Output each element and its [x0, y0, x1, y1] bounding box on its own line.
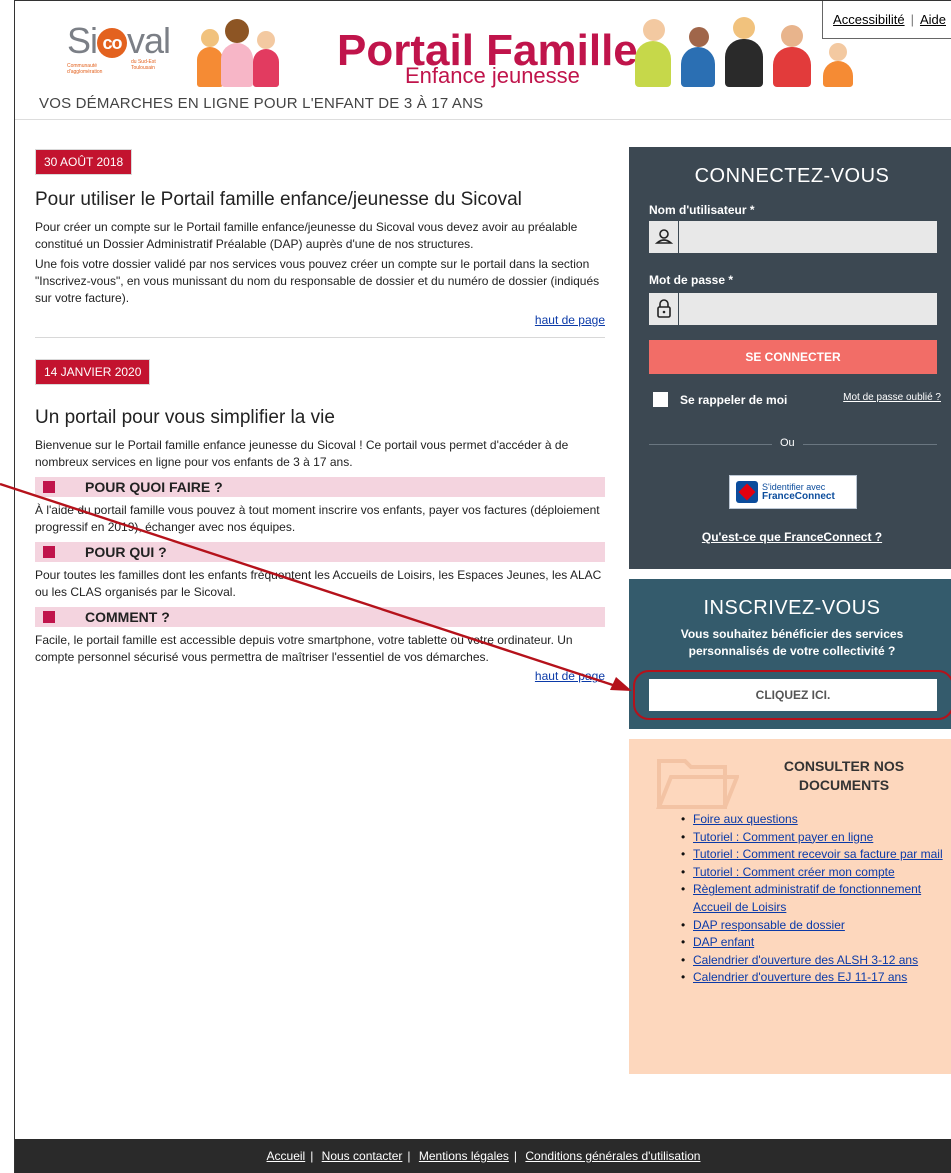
documents-title: CONSULTER NOS DOCUMENTS	[783, 758, 905, 793]
list-item: DAP responsable de dossier	[681, 917, 943, 935]
tagline: VOS DÉMARCHES EN LIGNE POUR L'ENFANT DE …	[39, 95, 484, 112]
remember-label: Se rappeler de moi	[680, 392, 788, 407]
help-link[interactable]: Aide	[920, 12, 946, 27]
login-button[interactable]: SE CONNECTER	[649, 340, 937, 374]
footer-separator: |	[310, 1149, 314, 1163]
square-bullet-icon	[43, 611, 55, 623]
remember-me[interactable]: Se rappeler de moi	[653, 392, 787, 407]
news-paragraph: Une fois votre dossier validé par nos se…	[35, 257, 600, 305]
news-paragraph: Pour créer un compte sur le Portail fami…	[35, 220, 578, 251]
password-input[interactable]	[681, 293, 937, 325]
register-panel: INSCRIVEZ-VOUS Vous souhaitez bénéficier…	[629, 579, 951, 729]
section-heading-bar: POUR QUI ?	[35, 542, 605, 562]
news-title: Un portail pour vous simplifier la vie	[35, 407, 335, 428]
password-label: Mot de passe *	[649, 273, 734, 287]
section-heading: POUR QUOI FAIRE ?	[85, 479, 223, 495]
header: Si co val Communauté d'agglomération du Su…	[15, 1, 951, 87]
footer-link-home[interactable]: Accueil	[262, 1149, 311, 1163]
document-link[interactable]: Calendrier d'ouverture des ALSH 3-12 ans	[693, 953, 918, 967]
franceconnect-button[interactable]: S'identifier avec FranceConnect	[729, 475, 857, 509]
franceconnect-info-link[interactable]: Qu'est-ce que FranceConnect ?	[629, 530, 951, 544]
footer-separator: |	[513, 1149, 518, 1163]
section-heading-bar: POUR QUOI FAIRE ?	[35, 477, 605, 497]
document-link[interactable]: Règlement administratif de fonctionnemen…	[693, 882, 921, 914]
lock-icon	[649, 293, 679, 325]
user-icon	[649, 221, 679, 253]
logo-wordmark: Si co val	[67, 20, 171, 61]
list-item: Tutoriel : Comment créer mon compte	[681, 864, 943, 882]
square-bullet-icon	[43, 546, 55, 558]
folder-icon	[656, 759, 739, 809]
top-links: Accessibilité | Aide	[822, 1, 951, 39]
sicoval-logo[interactable]: Si co val Communauté d'agglomération du Su…	[67, 20, 177, 76]
news-item-1: 30 AOÛT 2018 Pour utiliser le Portail fa…	[33, 148, 605, 327]
document-link[interactable]: Tutoriel : Comment recevoir sa facture p…	[693, 847, 943, 861]
username-field	[649, 221, 937, 253]
logo-subtext-left: Communauté d'agglomération	[67, 63, 103, 75]
list-item: Calendrier d'ouverture des EJ 11-17 ans	[681, 969, 943, 987]
section-text: À l'aide du portail famille vous pouvez …	[35, 503, 600, 534]
section-heading: POUR QUI ?	[85, 544, 167, 560]
document-link[interactable]: Tutoriel : Comment payer en ligne	[693, 830, 873, 844]
list-item: DAP enfant	[681, 934, 943, 952]
list-item: Calendrier d'ouverture des ALSH 3-12 ans	[681, 952, 943, 970]
password-field	[649, 293, 937, 325]
franceconnect-icon	[736, 481, 758, 503]
section-text: Facile, le portail famille est accessibl…	[35, 633, 573, 664]
footer: Accueil | Nous contacter | Mentions légale…	[15, 1139, 951, 1173]
logo-subtext-right: du Sud-Est Toulousain	[131, 59, 156, 71]
divider	[35, 337, 605, 338]
list-item: Foire aux questions	[681, 811, 943, 829]
footer-link-terms[interactable]: Conditions générales d'utilisation	[520, 1149, 705, 1163]
document-link[interactable]: Foire aux questions	[693, 812, 798, 826]
square-bullet-icon	[43, 481, 55, 493]
news-item-2: 14 JANVIER 2020 Un portail pour vous sim…	[33, 358, 605, 683]
portal-subtitle: Enfance jeunesse	[405, 63, 580, 88]
top-links-separator: |	[910, 12, 914, 27]
section-heading-bar: COMMENT ?	[35, 607, 605, 627]
back-to-top-link[interactable]: haut de page	[35, 669, 605, 683]
children-illustration-left	[197, 15, 279, 89]
forgot-password-link[interactable]: Mot de passe oublié ?	[843, 392, 941, 403]
page-frame: Si co val Communauté d'agglomération du Su…	[14, 0, 951, 1173]
document-link[interactable]: DAP enfant	[693, 935, 754, 949]
footer-link-legal[interactable]: Mentions légales	[414, 1149, 514, 1163]
footer-link-contact[interactable]: Nous contacter	[317, 1149, 408, 1163]
news-title: Pour utiliser le Portail famille enfance…	[35, 189, 522, 210]
date-badge: 14 JANVIER 2020	[33, 358, 152, 386]
date-badge: 30 AOÛT 2018	[33, 148, 134, 176]
document-link[interactable]: DAP responsable de dossier	[693, 918, 845, 932]
list-item: Règlement administratif de fonctionnemen…	[681, 881, 943, 916]
section-text: Pour toutes les familles dont les enfant…	[35, 568, 602, 599]
documents-list: Foire aux questions Tutoriel : Comment p…	[681, 811, 943, 987]
document-link[interactable]: Calendrier d'ouverture des EJ 11-17 ans	[693, 970, 907, 984]
username-label: Nom d'utilisateur *	[649, 203, 755, 217]
login-title: CONNECTEZ-VOUS	[694, 165, 890, 187]
documents-panel: CONSULTER NOS DOCUMENTS Foire aux questi…	[629, 739, 951, 1074]
or-separator: Ou	[772, 437, 803, 449]
register-button[interactable]: CLIQUEZ ICI.	[649, 679, 937, 711]
divider	[15, 119, 951, 120]
login-panel: CONNECTEZ-VOUS Nom d'utilisateur * Mot d…	[629, 147, 951, 569]
accessibility-link[interactable]: Accessibilité	[833, 12, 905, 27]
franceconnect-label: S'identifier avec FranceConnect	[762, 482, 835, 502]
list-item: Tutoriel : Comment payer en ligne	[681, 829, 943, 847]
footer-separator: |	[407, 1149, 411, 1163]
username-input[interactable]	[681, 221, 937, 253]
register-title: INSCRIVEZ-VOUS	[703, 597, 881, 619]
document-link[interactable]: Tutoriel : Comment créer mon compte	[693, 865, 895, 879]
section-heading: COMMENT ?	[85, 609, 170, 625]
register-text: Vous souhaitez bénéficier des services p…	[680, 627, 904, 658]
news-paragraph: Bienvenue sur le Portail famille enfance…	[35, 438, 569, 469]
remember-checkbox[interactable]	[653, 392, 668, 407]
list-item: Tutoriel : Comment recevoir sa facture p…	[681, 846, 943, 864]
back-to-top-link[interactable]: haut de page	[35, 313, 605, 327]
